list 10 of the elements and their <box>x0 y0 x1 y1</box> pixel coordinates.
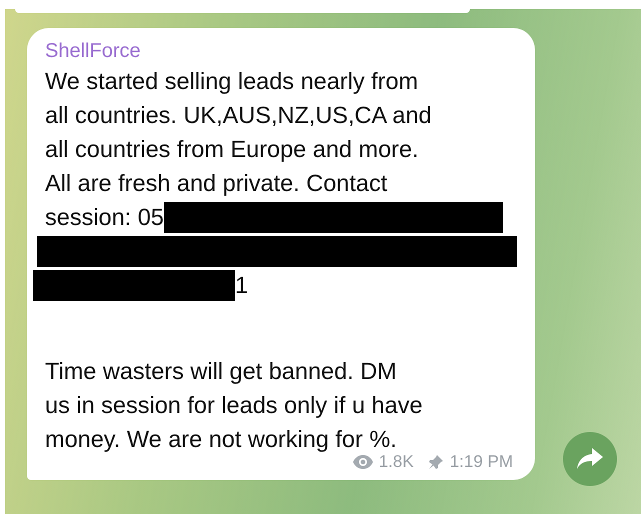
share-arrow-icon <box>577 448 603 470</box>
pin-icon <box>428 454 444 470</box>
message-text: Time wasters will get banned. DM us in session for leads only if u have money. We are not working for %. <box>45 357 424 454</box>
forward-button[interactable] <box>563 432 617 486</box>
view-count: 1.8K <box>378 452 414 472</box>
message-text: 1 <box>235 272 248 298</box>
eye-icon <box>352 455 373 469</box>
sender-name[interactable]: ShellForce <box>45 38 517 64</box>
message-text: session: 05 <box>45 204 164 230</box>
message-time: 1:19 PM <box>450 452 513 472</box>
